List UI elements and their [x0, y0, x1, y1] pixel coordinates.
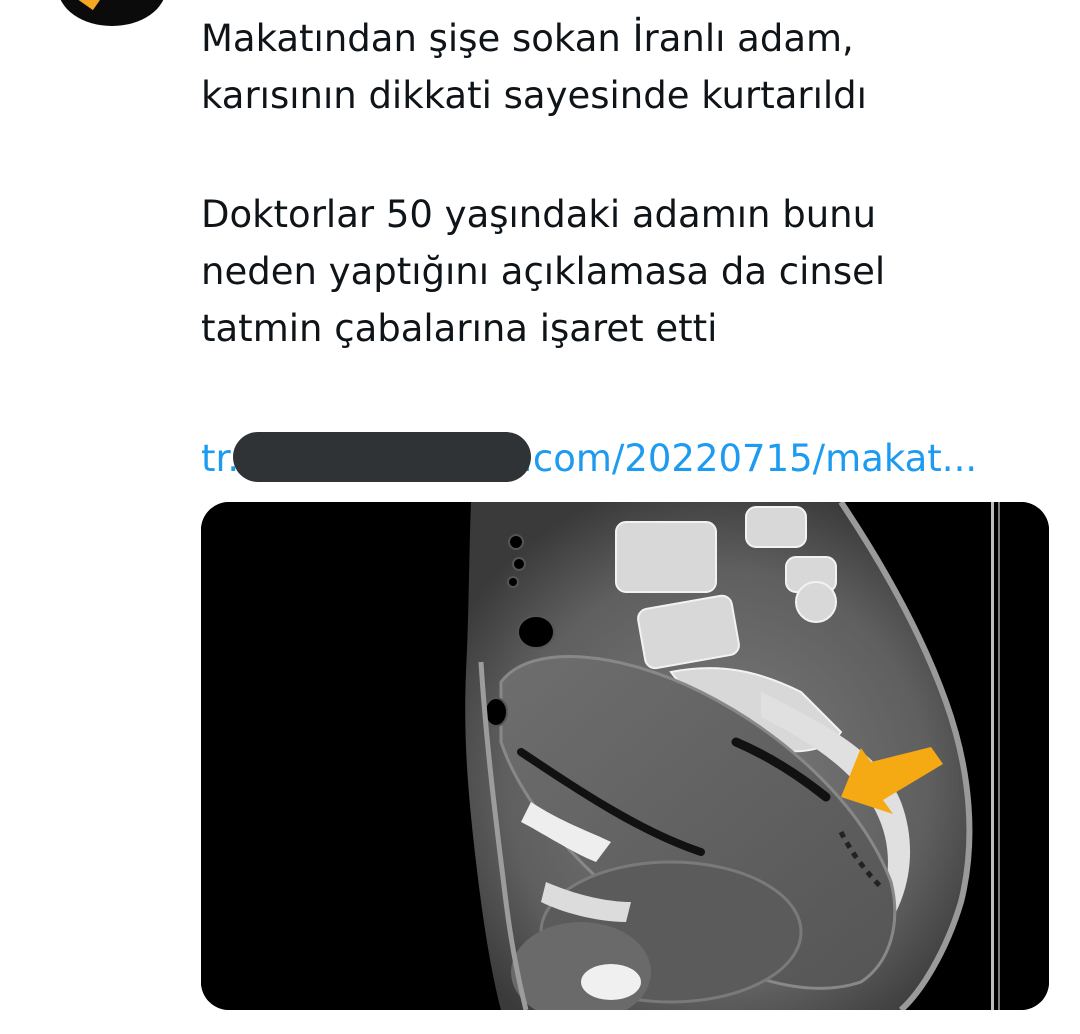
tweet-line: karısının dikkati sayesinde kurtarıldı: [201, 74, 867, 117]
tweet-line: tatmin çabalarına işaret etti: [201, 307, 718, 350]
tweet-text: Makatından şişe sokan İranlı adam, karıs…: [201, 10, 1041, 357]
tweet-line: Makatından şişe sokan İranlı adam,: [201, 17, 854, 60]
tweet-line: Doktorlar 50 yaşındaki adamın bunu: [201, 193, 877, 236]
redaction-bar: [233, 431, 532, 482]
ct-scan-image: [201, 502, 1049, 1010]
link-suffix: .com/20220715/makat...: [521, 437, 978, 480]
media-image[interactable]: [201, 502, 1049, 1010]
tweet-line: neden yaptığını açıklamasa da cinsel: [201, 250, 886, 293]
avatar-accent: [78, 0, 100, 11]
avatar[interactable]: [58, 0, 166, 26]
tweet-link[interactable]: tr. .com/20220715/makat...: [201, 431, 977, 487]
